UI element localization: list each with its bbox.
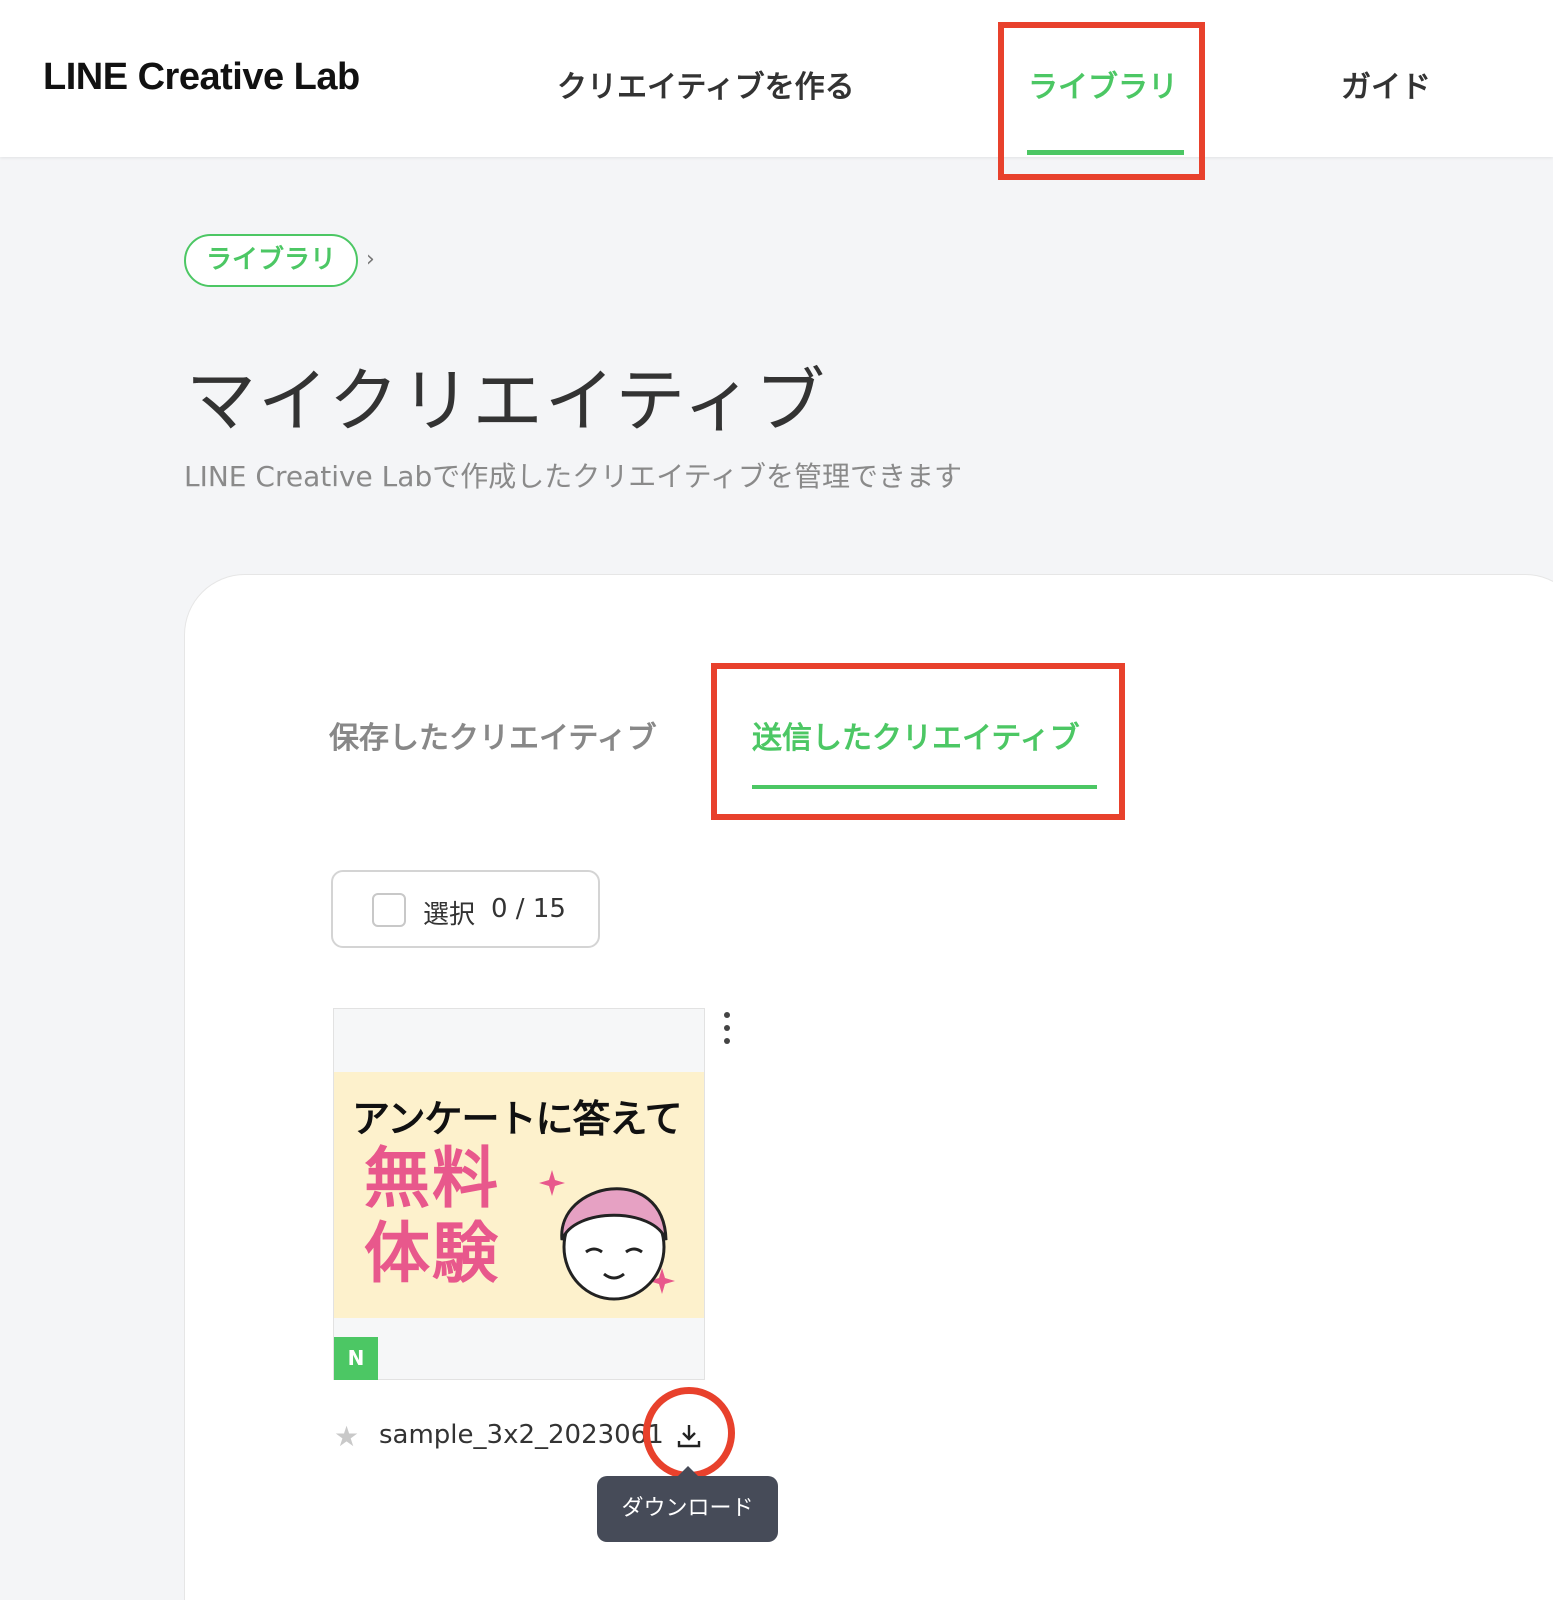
face-illustration-icon	[539, 1170, 675, 1301]
breadcrumb-chevron-icon: ›	[366, 247, 375, 272]
breadcrumb-library[interactable]: ライブラリ	[184, 234, 359, 287]
select-label: 選択	[423, 900, 476, 930]
download-tooltip: ダウンロード	[597, 1476, 778, 1542]
new-badge: N	[334, 1337, 378, 1380]
creative-banner-image: アンケートに答えて 無料 体験	[334, 1072, 704, 1318]
select-checkbox[interactable]	[372, 893, 406, 927]
creative-thumbnail[interactable]: アンケートに答えて 無料 体験 N	[333, 1008, 705, 1380]
tab-saved-creatives[interactable]: 保存したクリエイティブ	[329, 713, 657, 757]
page-title: マイクリエイティブ	[186, 360, 827, 442]
banner-text-line2: 無料	[364, 1140, 500, 1217]
top-header: LINE Creative Lab クリエイティブを作る ライブラリ ガイド	[0, 0, 1553, 157]
more-options-icon[interactable]	[720, 1010, 734, 1046]
page-subtitle: LINE Creative Labで作成したクリエイティブを管理できます	[184, 460, 962, 493]
nav-guide[interactable]: ガイド	[1341, 62, 1431, 106]
banner-text-line3: 体験	[364, 1215, 500, 1292]
star-icon[interactable]: ★	[334, 1420, 359, 1453]
select-count: 0 / 15	[491, 894, 566, 924]
select-toggle-button[interactable]: 選択 0 / 15	[331, 870, 600, 948]
nav-create-creative[interactable]: クリエイティブを作る	[557, 62, 855, 106]
tooltip-arrow	[678, 1466, 698, 1476]
highlight-box-tab	[711, 663, 1125, 820]
highlight-box-nav	[998, 22, 1205, 180]
creative-filename: sample_3x2_2023061	[379, 1420, 664, 1450]
banner-text-line1: アンケートに答えて	[352, 1097, 683, 1141]
logo[interactable]: LINE Creative Lab	[43, 56, 360, 99]
